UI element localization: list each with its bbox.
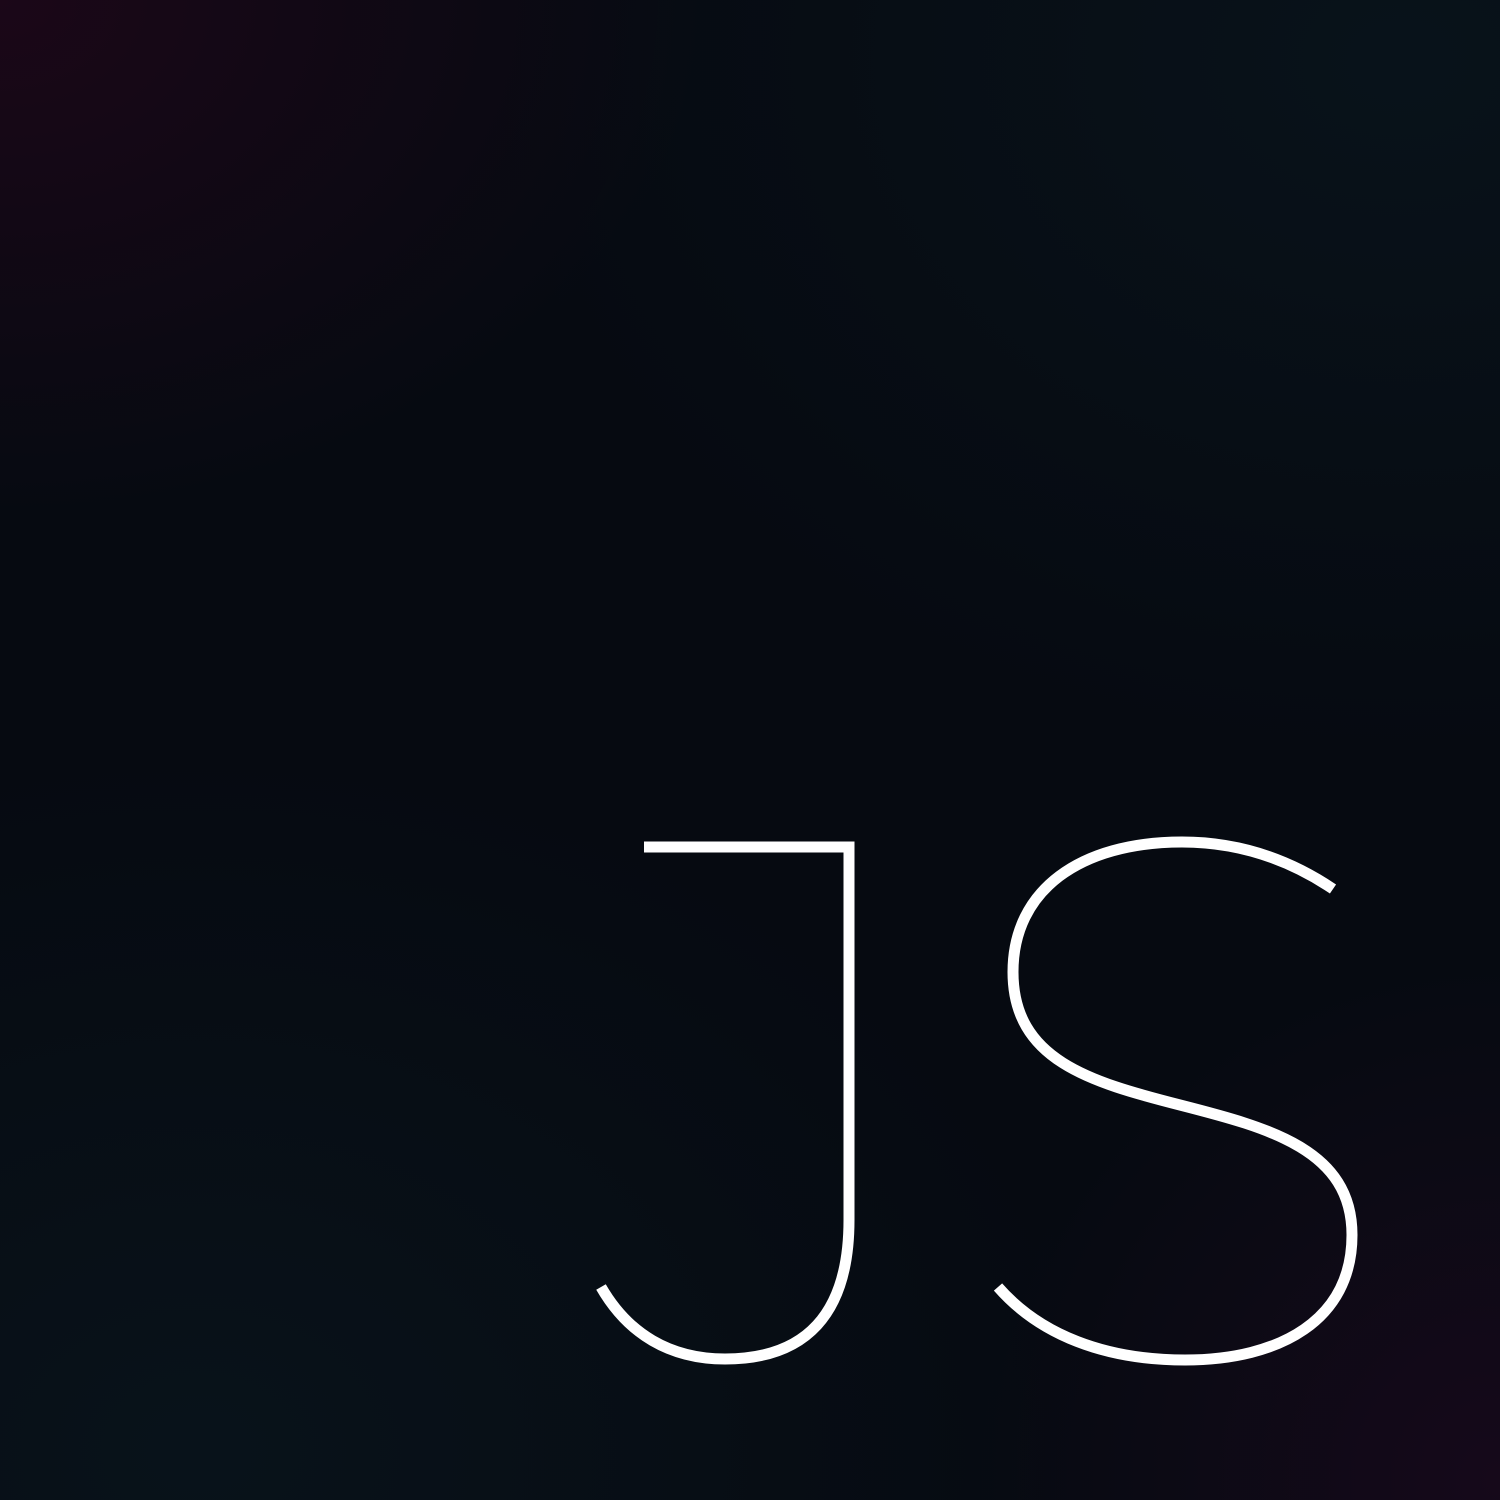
logo-letter-s — [993, 836, 1358, 1366]
js-logo — [596, 836, 1358, 1366]
logo-letter-j — [596, 841, 855, 1365]
